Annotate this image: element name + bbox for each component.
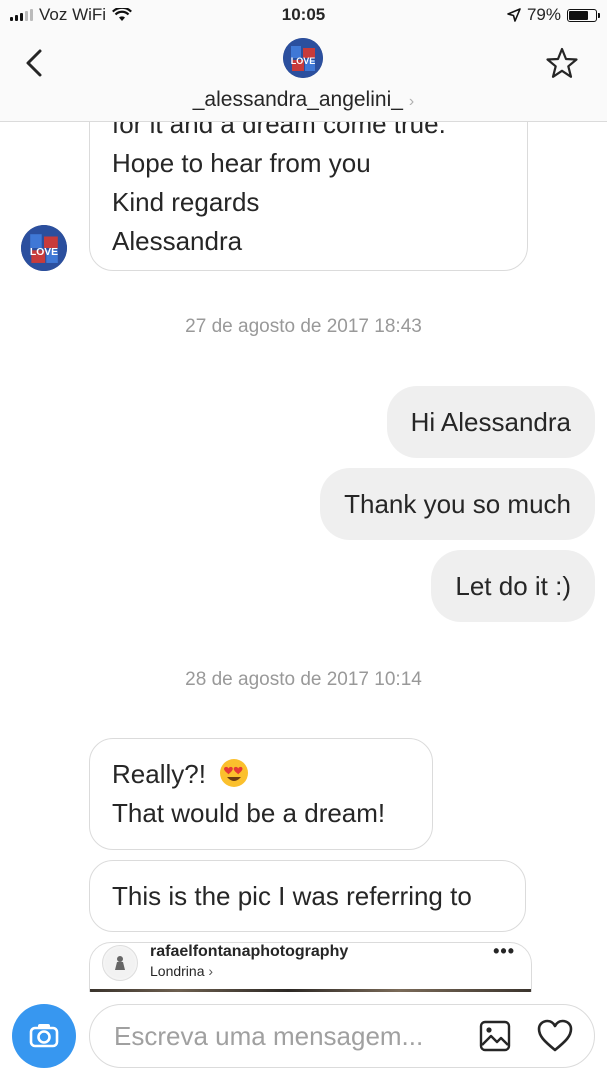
- message-composer: [0, 992, 607, 1080]
- message-line: Alessandra: [112, 226, 243, 256]
- battery-icon: [567, 8, 600, 22]
- sender-avatar[interactable]: LOVE: [21, 225, 67, 271]
- post-location[interactable]: Londrina ›: [150, 963, 213, 979]
- location-arrow-icon: [507, 8, 521, 22]
- username-label: _alessandra_angelini_: [192, 88, 403, 111]
- gallery-icon[interactable]: [478, 1019, 512, 1053]
- heart-eyes-emoji-icon: [220, 759, 249, 788]
- battery-percent: 79%: [526, 5, 561, 24]
- post-location-label: Londrina: [150, 963, 205, 979]
- timestamp: 28 de agosto de 2017 10:14: [185, 669, 422, 690]
- chevron-right-icon: ›: [208, 963, 214, 979]
- star-icon[interactable]: [545, 46, 579, 80]
- svg-text:LOVE: LOVE: [30, 247, 58, 258]
- message-line: for it and a dream come true.: [112, 122, 446, 139]
- battery-fill: [569, 10, 588, 20]
- status-bar: Voz WiFi 10:05 79%: [0, 0, 607, 30]
- composer-field[interactable]: [89, 1004, 595, 1068]
- outgoing-message[interactable]: Hi Alessandra: [386, 386, 595, 458]
- camera-button[interactable]: [12, 1004, 76, 1068]
- message-line: Kind regards: [112, 187, 260, 217]
- message-line: Really?!: [112, 755, 410, 794]
- chat-username[interactable]: _alessandra_angelini_ ›: [0, 88, 607, 112]
- message-text: Really?!: [112, 759, 206, 789]
- message-line: Hope to hear from you: [112, 148, 371, 178]
- outgoing-message[interactable]: Let do it :): [431, 550, 595, 622]
- incoming-message[interactable]: for it and a dream come true. Hope to he…: [89, 122, 528, 271]
- status-right: 79%: [507, 5, 600, 25]
- incoming-message[interactable]: This is the pic I was referring to: [89, 860, 526, 932]
- message-input[interactable]: [114, 1005, 454, 1067]
- incoming-message[interactable]: Really?! That would be a dream!: [89, 738, 433, 850]
- outgoing-message[interactable]: Thank you so much: [320, 468, 595, 540]
- timestamp: 27 de agosto de 2017 18:43: [185, 316, 422, 337]
- svg-text:LOVE: LOVE: [291, 56, 316, 66]
- message-line: That would be a dream!: [112, 798, 386, 828]
- chat-header: LOVE _alessandra_angelini_ ›: [0, 30, 607, 122]
- post-author-username[interactable]: rafaelfontanaphotography: [150, 943, 348, 961]
- camera-icon: [29, 1024, 59, 1048]
- profile-avatar[interactable]: LOVE: [283, 38, 323, 78]
- post-author-avatar[interactable]: [102, 945, 138, 981]
- chevron-right-icon: ›: [408, 93, 415, 110]
- shared-post-card[interactable]: rafaelfontanaphotography Londrina › •••: [89, 942, 532, 992]
- message-thread[interactable]: for it and a dream come true. Hope to he…: [0, 122, 607, 992]
- more-options-icon[interactable]: •••: [493, 943, 515, 962]
- heart-icon[interactable]: [536, 1017, 574, 1055]
- chevron-left-icon[interactable]: [20, 46, 50, 80]
